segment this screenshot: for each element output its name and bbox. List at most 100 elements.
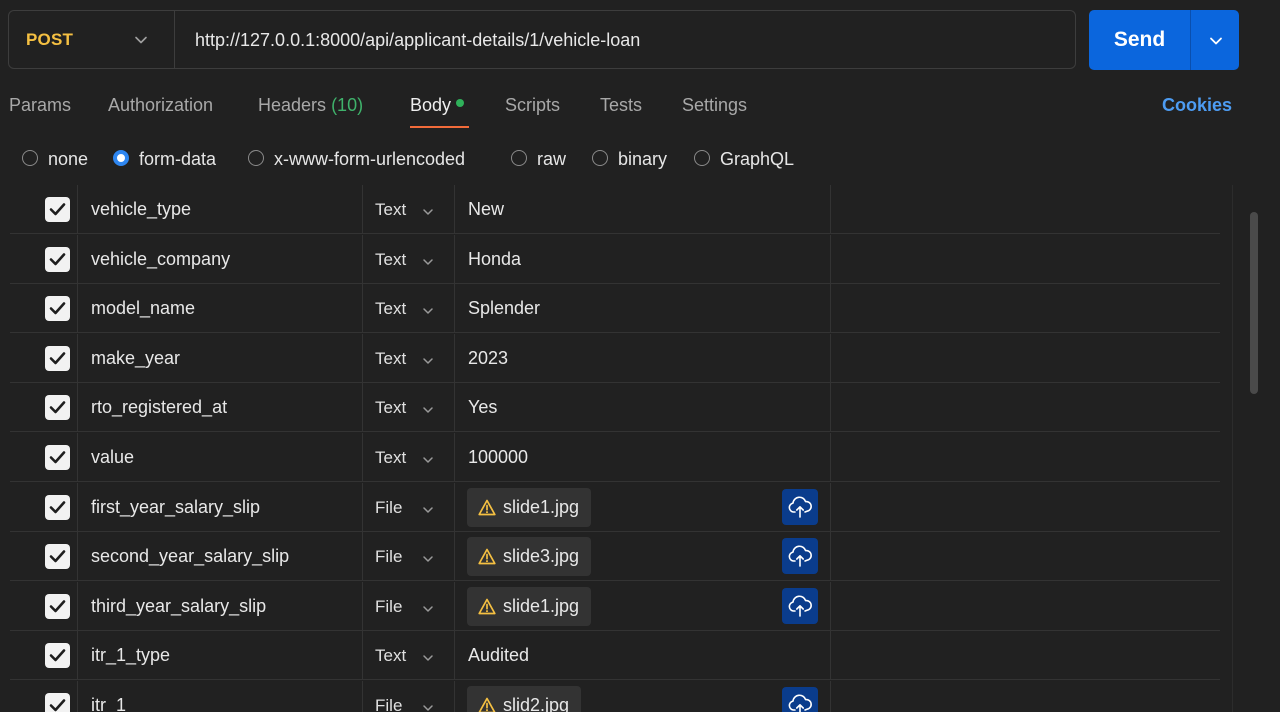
body-status-dot [456,99,465,107]
row-value[interactable]: Audited [468,645,529,666]
column-divider [830,532,831,581]
row-value[interactable]: Splender [468,298,540,319]
row-value[interactable]: Yes [468,397,497,418]
table-row: itr_1_type Text Audited [10,631,1220,681]
row-type-select[interactable]: Text [375,448,406,468]
send-button[interactable]: Send [1089,10,1190,70]
column-divider [830,681,831,712]
row-type-select[interactable]: File [375,547,402,567]
row-enabled-checkbox[interactable] [45,693,70,712]
row-key[interactable]: second_year_salary_slip [91,546,289,567]
chevron-down-icon [422,453,434,471]
method-selector[interactable]: POST [9,11,175,68]
column-divider [362,284,363,333]
row-type-select[interactable]: File [375,498,402,518]
column-divider [454,631,455,680]
tab-headers[interactable]: Headers (10) [258,95,363,116]
tab-body[interactable]: Body [410,95,465,116]
upload-file-button[interactable] [782,687,818,712]
chevron-down-icon [422,602,434,620]
file-chip[interactable]: slide1.jpg [467,586,592,626]
row-key[interactable]: itr_1_type [91,645,170,666]
row-type-select[interactable]: Text [375,250,406,270]
row-value[interactable]: 100000 [468,447,528,468]
cookies-link[interactable]: Cookies [1162,95,1232,116]
column-divider [454,433,455,481]
row-enabled-checkbox[interactable] [45,643,70,669]
file-chip[interactable]: slid2.jpg [467,686,582,712]
radio-circle [248,150,264,166]
row-enabled-checkbox[interactable] [45,197,70,222]
chevron-down-icon [1210,37,1222,45]
chevron-down-icon [422,651,434,669]
column-divider [454,581,455,630]
tab-headers-label: Headers [258,95,327,115]
headers-count: (10) [331,95,364,115]
column-divider [77,681,78,712]
radio-circle [592,150,608,166]
tab-tests[interactable]: Tests [600,95,642,116]
row-type-select[interactable]: Text [375,299,406,319]
row-value[interactable]: New [468,199,504,220]
chevron-down-icon [422,403,434,421]
row-key[interactable]: first_year_salary_slip [91,497,260,518]
column-divider [77,532,78,581]
column-divider [77,482,78,531]
chevron-down-icon [422,304,434,322]
file-name: slid2.jpg [503,695,570,712]
row-enabled-checkbox[interactable] [45,593,70,619]
column-divider [830,482,831,531]
column-divider [77,333,78,382]
column-divider [454,681,455,712]
row-enabled-checkbox[interactable] [45,445,70,470]
row-enabled-checkbox[interactable] [45,494,70,520]
row-type-select[interactable]: File [375,696,402,712]
tab-scripts[interactable]: Scripts [505,95,560,116]
column-divider [362,681,363,712]
row-key[interactable]: value [91,447,134,468]
row-key[interactable]: third_year_salary_slip [91,596,266,617]
row-type-select[interactable]: Text [375,200,406,220]
row-enabled-checkbox[interactable] [45,246,70,272]
column-divider [362,532,363,581]
row-key[interactable]: make_year [91,348,180,369]
file-chip[interactable]: slide3.jpg [467,537,592,577]
column-divider [77,383,78,432]
column-divider [830,631,831,680]
row-enabled-checkbox[interactable] [45,395,70,421]
radio-circle [511,150,527,166]
row-type-select[interactable]: Text [375,398,406,418]
upload-file-button[interactable] [782,538,818,575]
tab-authorization[interactable]: Authorization [108,95,213,116]
row-key[interactable]: vehicle_company [91,249,230,270]
column-divider [830,433,831,481]
column-divider [362,482,363,531]
upload-file-button[interactable] [782,587,818,624]
row-enabled-checkbox[interactable] [45,544,70,570]
row-key[interactable]: vehicle_type [91,199,191,220]
file-chip[interactable]: slide1.jpg [467,487,592,527]
row-key[interactable]: model_name [91,298,195,319]
row-type-select[interactable]: Text [375,349,406,369]
row-key[interactable]: itr_1 [91,695,126,712]
row-value[interactable]: Honda [468,249,521,270]
row-enabled-checkbox[interactable] [45,296,70,322]
column-divider [362,631,363,680]
send-options-button[interactable] [1191,10,1239,70]
row-enabled-checkbox[interactable] [45,345,70,371]
row-type-select[interactable]: File [375,597,402,617]
column-divider [362,433,363,481]
upload-file-button[interactable] [782,488,818,525]
tab-body-label: Body [410,95,452,115]
row-value[interactable]: 2023 [468,348,508,369]
radio-label: binary [618,149,668,169]
row-type-select[interactable]: Text [375,646,406,666]
scrollbar-thumb[interactable] [1250,212,1258,394]
url-input[interactable]: http://127.0.0.1:8000/api/applicant-deta… [195,30,640,51]
radio-label: GraphQL [720,149,795,169]
column-divider [77,284,78,333]
row-key[interactable]: rto_registered_at [91,397,227,418]
tab-params[interactable]: Params [9,95,71,116]
active-tab-indicator [410,126,469,128]
tab-settings[interactable]: Settings [682,95,747,116]
